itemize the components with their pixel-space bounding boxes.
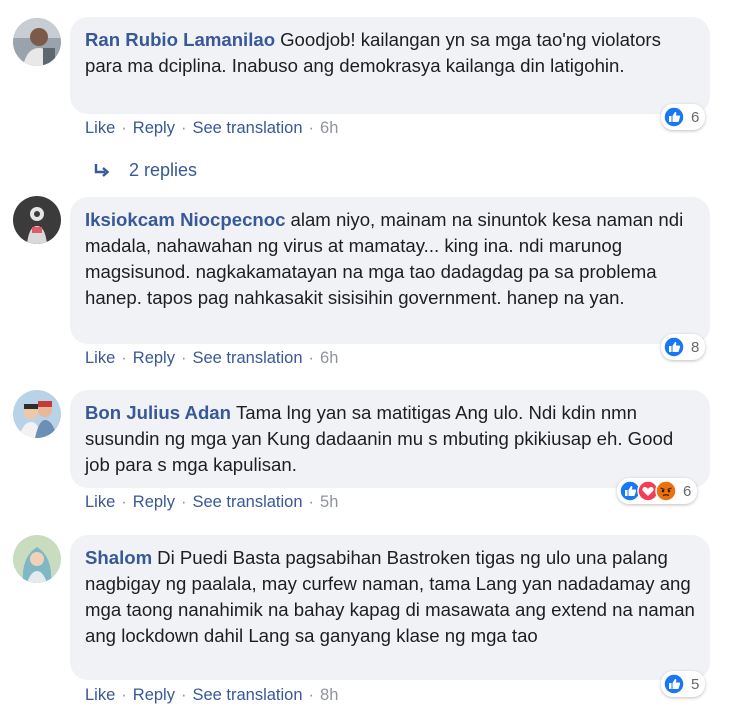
- comment-author[interactable]: Shalom: [85, 547, 152, 568]
- comment-actions: Like · Reply · See translation · 6h: [85, 119, 339, 138]
- comment-bubble: Ran Rubio Lamanilao Goodjob! kailangan yn…: [70, 17, 710, 114]
- like-reaction-icon: [663, 336, 685, 358]
- reaction-count: 6: [683, 482, 692, 500]
- view-replies-link[interactable]: 2 replies: [93, 160, 197, 181]
- reply-link[interactable]: Reply: [133, 493, 175, 512]
- avatar[interactable]: [13, 18, 61, 66]
- comment-text: Di Puedi Basta pagsabihan Bastroken tiga…: [85, 547, 695, 646]
- see-translation-link[interactable]: See translation: [192, 686, 302, 705]
- comment-author[interactable]: Iksiokcam Niocpecnoc: [85, 209, 285, 230]
- avatar[interactable]: [13, 535, 61, 583]
- see-translation-link[interactable]: See translation: [192, 493, 302, 512]
- reaction-count: 8: [691, 338, 700, 356]
- avatar[interactable]: [13, 196, 61, 244]
- comment-timestamp[interactable]: 6h: [320, 119, 338, 138]
- comment-actions: Like · Reply · See translation · 6h: [85, 349, 339, 368]
- replies-count-label: 2 replies: [129, 160, 198, 180]
- reaction-summary[interactable]: 5: [661, 671, 706, 697]
- comment-timestamp[interactable]: 6h: [320, 349, 338, 368]
- comment-bubble: Iksiokcam Niocpecnoc alam niyo, mainam na…: [70, 197, 710, 344]
- reaction-summary[interactable]: 8: [661, 334, 706, 360]
- comment-actions: Like · Reply · See translation · 5h: [85, 493, 339, 512]
- reply-arrow-icon: [94, 163, 110, 177]
- see-translation-link[interactable]: See translation: [192, 349, 302, 368]
- like-link[interactable]: Like: [85, 119, 115, 138]
- reply-link[interactable]: Reply: [133, 349, 175, 368]
- reaction-count: 6: [691, 108, 700, 126]
- comment-bubble: Shalom Di Puedi Basta pagsabihan Bastroke…: [70, 535, 710, 680]
- reply-link[interactable]: Reply: [133, 119, 175, 138]
- angry-reaction-icon: [655, 480, 677, 502]
- like-link[interactable]: Like: [85, 686, 115, 705]
- comment-author[interactable]: Bon Julius Adan: [85, 402, 231, 423]
- comment-timestamp[interactable]: 5h: [320, 493, 338, 512]
- reply-link[interactable]: Reply: [133, 686, 175, 705]
- avatar[interactable]: [13, 390, 61, 438]
- reaction-count: 5: [691, 675, 700, 693]
- comment-bubble: Bon Julius Adan Tama lng yan sa matitigas…: [70, 390, 710, 488]
- like-reaction-icon: [663, 106, 685, 128]
- like-link[interactable]: Like: [85, 493, 115, 512]
- like-link[interactable]: Like: [85, 349, 115, 368]
- like-reaction-icon: [663, 673, 685, 695]
- comment-actions: Like · Reply · See translation · 8h: [85, 686, 339, 705]
- reaction-summary[interactable]: 6: [617, 478, 698, 504]
- reaction-summary[interactable]: 6: [661, 104, 706, 130]
- comment-timestamp[interactable]: 8h: [320, 686, 338, 705]
- see-translation-link[interactable]: See translation: [192, 119, 302, 138]
- comment-author[interactable]: Ran Rubio Lamanilao: [85, 29, 275, 50]
